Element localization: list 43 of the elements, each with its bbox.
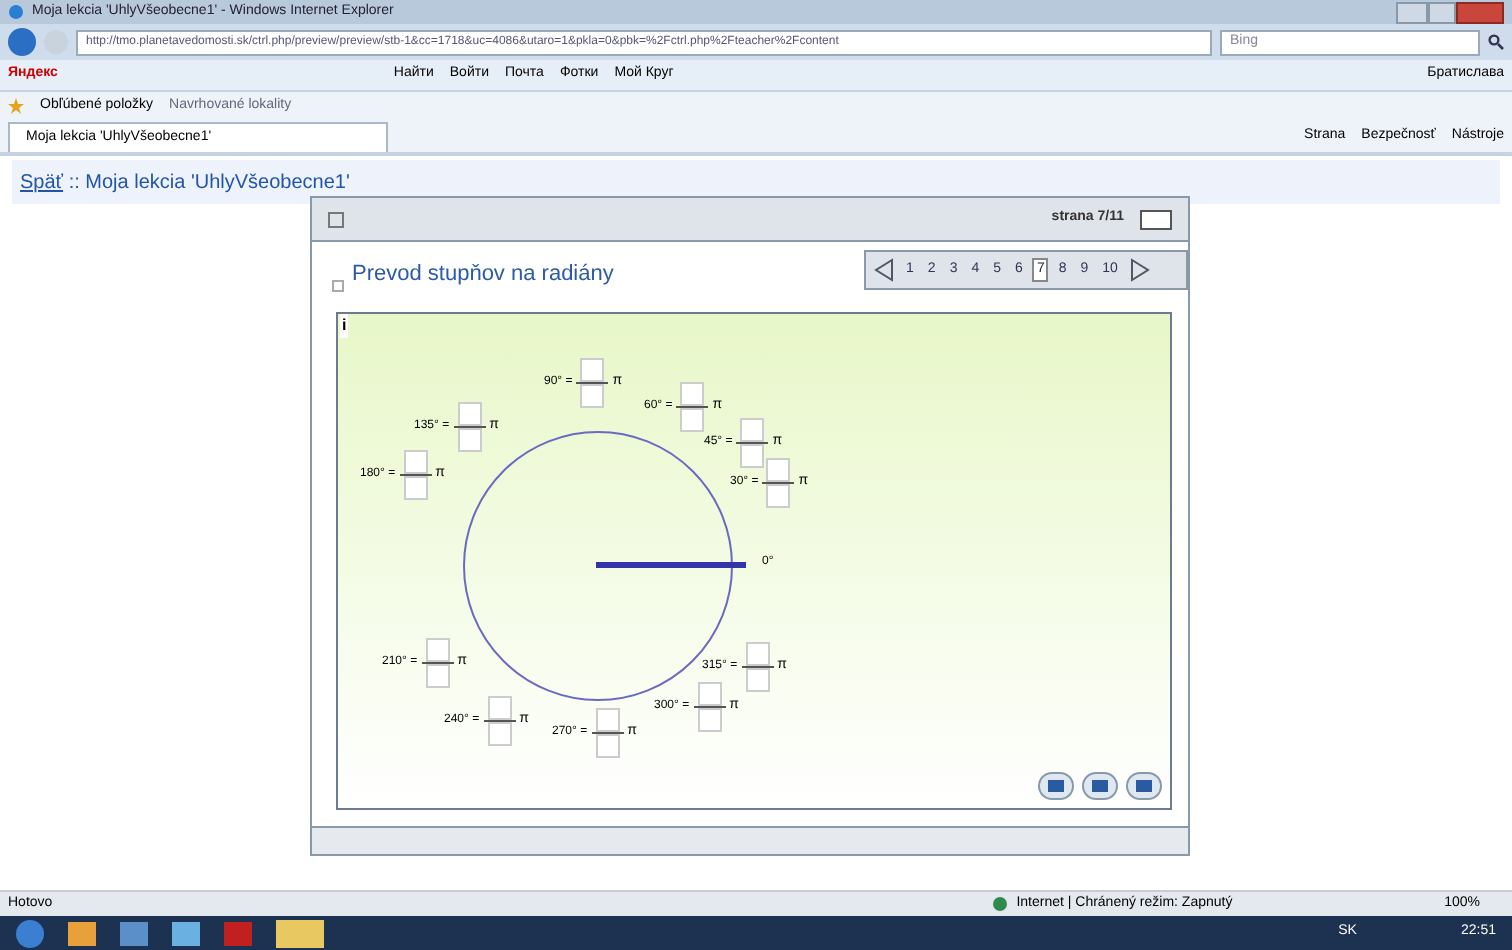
star-icon: [8, 98, 24, 114]
taskbar-app[interactable]: [120, 921, 148, 945]
search-icon[interactable]: [1488, 34, 1504, 50]
numerator-field[interactable]: [403, 450, 428, 474]
denominator-field[interactable]: [595, 734, 620, 758]
denominator-field[interactable]: [766, 484, 791, 508]
back-link[interactable]: Späť: [20, 167, 64, 197]
numerator-field[interactable]: [580, 358, 605, 382]
numerator-field[interactable]: [745, 642, 770, 666]
numerator-field[interactable]: [680, 382, 705, 406]
previous-page-icon[interactable]: [874, 258, 894, 282]
numerator-field[interactable]: [487, 696, 512, 720]
denominator-field[interactable]: [487, 722, 512, 746]
denominator-field[interactable]: [425, 664, 450, 688]
taskbar-app[interactable]: [172, 921, 200, 945]
back-button[interactable]: [8, 28, 36, 56]
denominator-field[interactable]: [745, 668, 770, 692]
breadcrumb-text: :: Moja lekcia 'UhlyVšeobecne1': [66, 169, 350, 197]
maximize-button[interactable]: [1428, 1, 1456, 23]
lesson-title: Prevod stupňov na radiány: [352, 260, 614, 290]
numerator-field[interactable]: [697, 682, 722, 706]
denominator-field[interactable]: [680, 408, 705, 432]
denominator-field[interactable]: [403, 476, 428, 500]
numerator-field[interactable]: [595, 708, 620, 732]
next-page-icon[interactable]: [1129, 258, 1150, 282]
taskbar-app[interactable]: [68, 921, 96, 945]
info-icon[interactable]: i: [340, 314, 349, 338]
start-button[interactable]: [16, 919, 44, 947]
taskbar-app[interactable]: [276, 919, 324, 947]
browser-icon: [8, 4, 24, 20]
close-icon[interactable]: [328, 211, 344, 227]
denominator-field[interactable]: [697, 708, 722, 732]
numerator-field[interactable]: [740, 418, 765, 442]
numerator-field[interactable]: [766, 458, 791, 482]
close-button[interactable]: [1456, 1, 1504, 23]
denominator-field[interactable]: [740, 444, 765, 468]
numerator-field[interactable]: [425, 638, 450, 662]
checkbox-icon[interactable]: [332, 279, 344, 291]
globe-icon: [992, 896, 1009, 912]
denominator-field[interactable]: [580, 384, 605, 408]
numerator-field[interactable]: [457, 402, 482, 426]
denominator-field[interactable]: [457, 428, 482, 452]
minimize-button[interactable]: [1396, 1, 1428, 23]
